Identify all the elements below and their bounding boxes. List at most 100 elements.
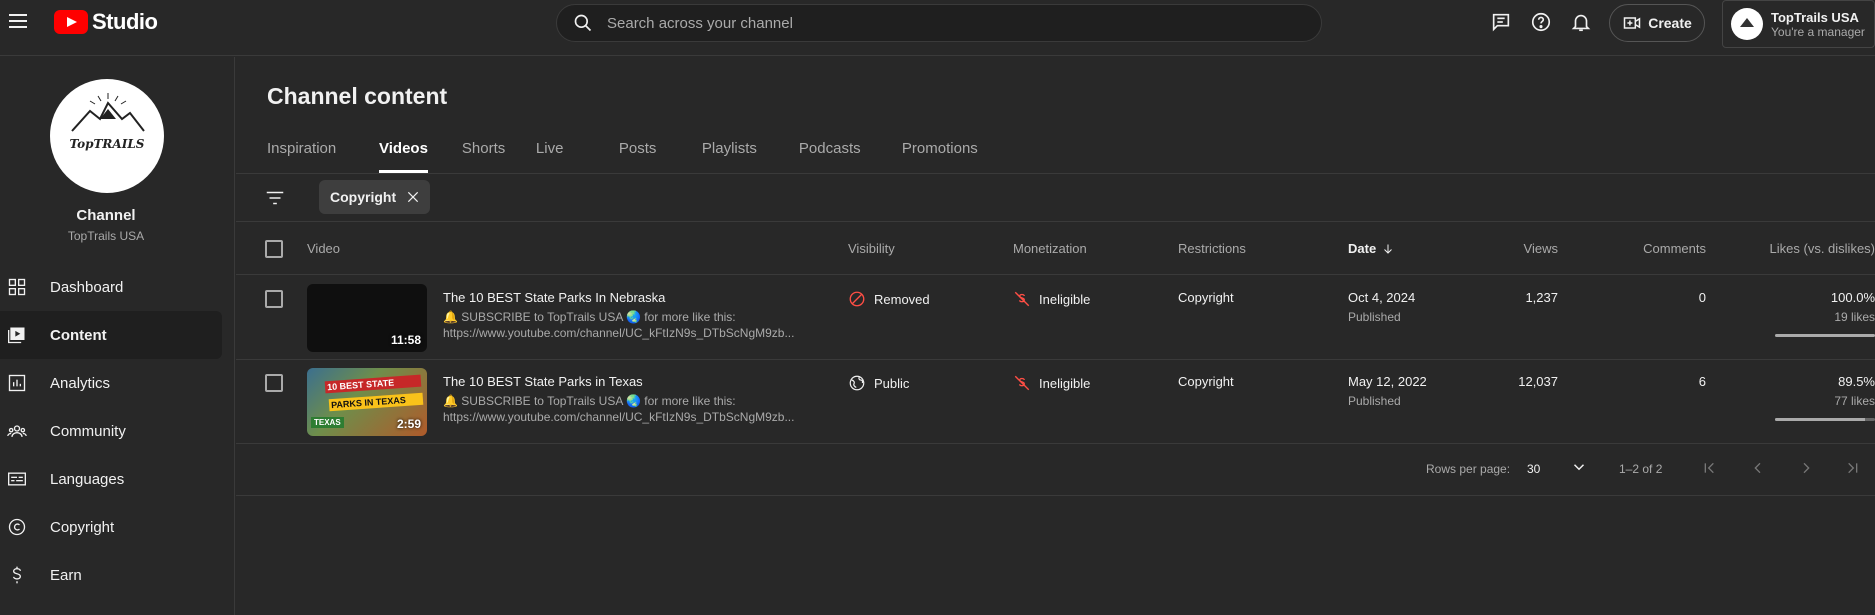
sidebar-item-label: Languages	[50, 470, 125, 488]
create-button[interactable]: Create	[1609, 4, 1705, 42]
tab-promotions[interactable]: Promotions	[902, 131, 978, 173]
date-value: May 12, 2022	[1348, 374, 1427, 389]
restrictions-cell[interactable]: Copyright	[1178, 290, 1234, 305]
likes-percent: 100.0%	[1830, 290, 1875, 305]
views-value: 12,037	[1518, 374, 1558, 389]
first-page-icon[interactable]	[1699, 457, 1721, 479]
row-checkbox[interactable]	[265, 290, 283, 308]
create-label: Create	[1648, 15, 1692, 31]
col-date[interactable]: Date	[1348, 241, 1394, 256]
monetization-cell[interactable]: Ineligible	[1013, 290, 1090, 308]
next-page-icon[interactable]	[1795, 457, 1817, 479]
chevron-down-icon[interactable]	[1570, 458, 1588, 479]
account-switcher[interactable]: TopTrails USA You're a manager	[1722, 0, 1875, 48]
monetization-off-icon	[1014, 291, 1030, 307]
monetization-label: Ineligible	[1039, 375, 1091, 391]
tab-playlists[interactable]: Playlists	[702, 131, 799, 173]
likes-count: 77 likes	[1834, 394, 1875, 408]
visibility-label: Removed	[874, 291, 930, 307]
filter-chip-label: Copyright	[330, 189, 397, 205]
filter-chip-copyright[interactable]: Copyright	[319, 180, 431, 214]
channel-name: TopTrails USA	[67, 229, 145, 243]
date-value: Oct 4, 2024	[1348, 290, 1416, 305]
earn-icon	[6, 564, 28, 586]
filter-icon[interactable]	[264, 187, 286, 209]
col-monetization: Monetization	[1013, 241, 1087, 256]
table-row[interactable]: 11:58 The 10 BEST State Parks In Nebrask…	[236, 276, 1875, 360]
sidebar-item-content[interactable]: Content	[0, 311, 222, 359]
search-bar[interactable]	[556, 4, 1322, 42]
copyright-icon	[6, 516, 28, 538]
col-comments: Comments	[1643, 241, 1706, 256]
video-thumbnail[interactable]: 11:58	[307, 284, 427, 352]
tab-posts[interactable]: Posts	[619, 131, 702, 173]
thumbnail-headline: 10 BEST STATE	[324, 374, 422, 394]
channel-logo-text: TopTRAILS	[69, 137, 145, 151]
monetization-cell[interactable]: Ineligible	[1013, 374, 1090, 392]
sidebar-item-label: Community	[50, 422, 126, 440]
video-title[interactable]: The 10 BEST State Parks in Texas	[443, 374, 643, 389]
tab-podcasts[interactable]: Podcasts	[799, 131, 902, 173]
sidebar-item-languages[interactable]: Languages	[0, 455, 222, 503]
sidebar-item-earn[interactable]: Earn	[0, 551, 222, 599]
dashboard-icon	[6, 276, 28, 298]
top-bar: Studio Create TopTrails USA You're a man…	[0, 0, 1875, 56]
comments-value: 6	[1698, 374, 1706, 389]
thumbnail-subheadline: PARKS IN TEXAS	[328, 392, 424, 412]
likes-bar	[1775, 418, 1875, 421]
notifications-icon[interactable]	[1570, 11, 1594, 35]
monetization-off-icon	[1014, 375, 1030, 391]
page-range: 1–2 of 2	[1619, 462, 1663, 476]
search-input[interactable]	[607, 14, 1287, 32]
col-restrictions: Restrictions	[1178, 241, 1246, 256]
date-cell: May 12, 2022	[1348, 374, 1427, 389]
video-duration: 11:58	[390, 333, 421, 347]
col-visibility: Visibility	[848, 241, 895, 256]
tab-inspiration[interactable]: Inspiration	[267, 131, 379, 173]
tab-shorts[interactable]: Shorts	[462, 131, 536, 173]
visibility-cell[interactable]: Public	[848, 374, 909, 392]
visibility-cell[interactable]: Removed	[848, 290, 930, 308]
visibility-label: Public	[874, 375, 910, 391]
row-checkbox[interactable]	[265, 374, 283, 392]
sidebar-item-community[interactable]: Community	[0, 407, 222, 455]
logo-text: Studio	[92, 9, 158, 34]
menu-icon[interactable]	[6, 10, 30, 34]
video-thumbnail[interactable]: 10 BEST STATE PARKS IN TEXAS TEXAS 2:59	[307, 368, 427, 436]
pagination: Rows per page: 30 1–2 of 2	[236, 444, 1875, 496]
help-icon[interactable]	[1530, 11, 1554, 35]
likes-bar	[1775, 334, 1875, 337]
thumbnail-tag: TEXAS	[311, 417, 344, 428]
studio-logo[interactable]: Studio	[54, 9, 158, 35]
create-video-icon	[1623, 17, 1641, 29]
comments-value: 0	[1698, 290, 1706, 305]
rows-per-page-select[interactable]: 30	[1527, 462, 1540, 476]
restrictions-label: Copyright	[1178, 290, 1234, 305]
select-all-checkbox[interactable]	[265, 240, 283, 258]
avatar	[1731, 8, 1763, 40]
table-header: Video Visibility Monetization Restrictio…	[236, 223, 1875, 275]
sidebar-item-label: Content	[50, 326, 107, 344]
monetization-label: Ineligible	[1039, 291, 1091, 307]
sidebar-item-label: Dashboard	[50, 278, 124, 296]
account-name: TopTrails USA	[1771, 9, 1859, 25]
video-description: 🔔 SUBSCRIBE to TopTrails USA 🌏 for more …	[443, 394, 795, 424]
tab-live[interactable]: Live	[536, 131, 619, 173]
sidebar-item-analytics[interactable]: Analytics	[0, 359, 222, 407]
tab-videos[interactable]: Videos	[379, 131, 428, 173]
feedback-icon[interactable]	[1490, 11, 1514, 35]
restrictions-label: Copyright	[1178, 374, 1234, 389]
sidebar-item-dashboard[interactable]: Dashboard	[0, 263, 222, 311]
likes-percent: 89.5%	[1838, 374, 1875, 389]
video-description: 🔔 SUBSCRIBE to TopTrails USA 🌏 for more …	[443, 310, 795, 340]
channel-avatar[interactable]: TopTRAILS	[50, 79, 164, 193]
sidebar-item-copyright[interactable]: Copyright	[0, 503, 222, 551]
last-page-icon[interactable]	[1841, 457, 1863, 479]
video-title[interactable]: The 10 BEST State Parks In Nebraska	[443, 290, 665, 305]
restrictions-cell[interactable]: Copyright	[1178, 374, 1234, 389]
close-icon[interactable]	[406, 190, 420, 204]
table-row[interactable]: 10 BEST STATE PARKS IN TEXAS TEXAS 2:59 …	[236, 360, 1875, 444]
previous-page-icon[interactable]	[1747, 457, 1769, 479]
sidebar-item-label: Analytics	[50, 374, 111, 392]
community-icon	[6, 420, 28, 442]
